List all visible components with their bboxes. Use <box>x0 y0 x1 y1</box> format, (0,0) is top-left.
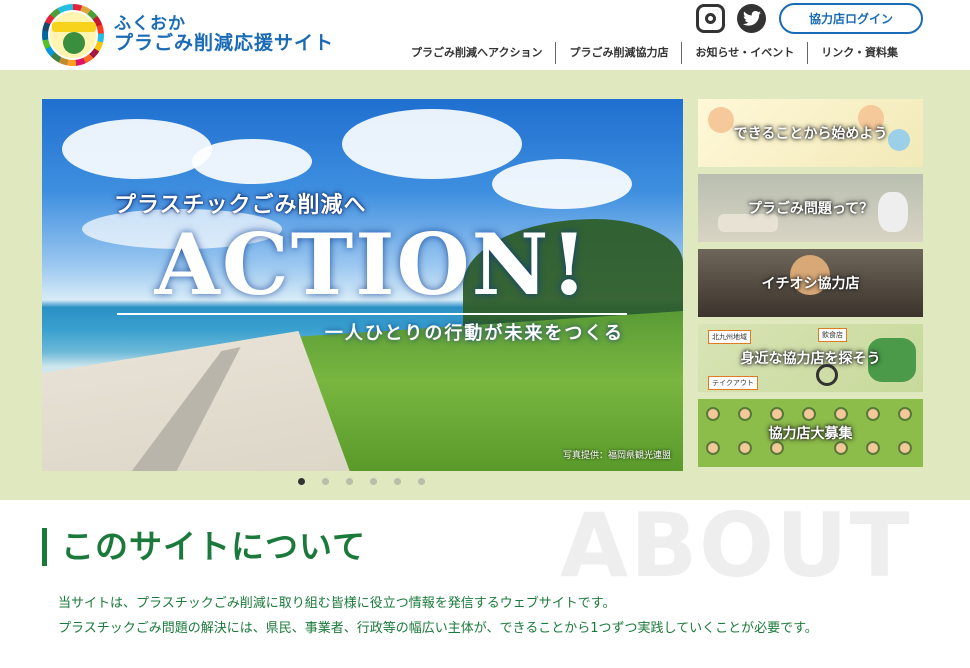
slider-dot[interactable] <box>394 478 401 485</box>
main-visual-slide[interactable]: プラスチックごみ削減へ ACTION! 一人ひとりの行動が未来をつくる 写真提供… <box>42 99 683 471</box>
social-links <box>696 4 766 33</box>
headline-bottom: 一人ひとりの行動が未来をつくる <box>324 323 624 344</box>
slider-dot[interactable] <box>346 478 353 485</box>
banner-label: イチオシ協力店 <box>761 276 860 292</box>
about-text: 当サイトは、プラスチックごみ削減に取り組む皆様に役立つ情報を発信するウェブサイト… <box>58 591 818 641</box>
instagram-icon[interactable] <box>696 4 725 33</box>
slider-dot[interactable] <box>370 478 377 485</box>
about-title: このサイトについて <box>42 528 366 566</box>
tag-shop: 飲食店 <box>818 328 847 342</box>
slider-dot[interactable] <box>298 478 305 485</box>
hero-section: プラスチックごみ削減へ ACTION! 一人ひとりの行動が未来をつくる 写真提供… <box>0 70 970 500</box>
site-logo-link[interactable]: ふくおか プラごみ削減応援サイト <box>42 4 334 66</box>
slider-dot[interactable] <box>418 478 425 485</box>
tag-takeout: テイクアウト <box>708 376 758 390</box>
side-banners: できることから始めよう プラごみ問題って？ イチオシ協力店 北九州地域 飲食店 … <box>698 99 923 474</box>
banner-label: 協力店大募集 <box>768 426 853 442</box>
site-name-line2: プラごみ削減応援サイト <box>114 31 335 54</box>
banner-start-action[interactable]: できることから始めよう <box>698 99 923 167</box>
about-bg-word: ABOUT <box>560 494 912 597</box>
about-text-line1: 当サイトは、プラスチックごみ削減に取り組む皆様に役立つ情報を発信するウェブサイト… <box>58 596 616 611</box>
slider-dot[interactable] <box>322 478 329 485</box>
banner-plastic-problem[interactable]: プラごみ問題って？ <box>698 174 923 242</box>
shop-login-button[interactable]: 協力店ログイン <box>779 3 923 34</box>
banner-label: プラごみ問題って？ <box>747 201 874 217</box>
tag-area: 北九州地域 <box>708 330 751 344</box>
site-header: ふくおか プラごみ削減応援サイト 協力店ログイン プラごみ削減へアクション プラ… <box>0 0 970 70</box>
about-section: ABOUT このサイトについて 当サイトは、プラスチックごみ削減に取り組む皆様に… <box>0 494 970 668</box>
main-visual-copy: プラスチックごみ削減へ ACTION! 一人ひとりの行動が未来をつくる <box>112 187 632 345</box>
slider-dots <box>298 478 425 485</box>
nav-item-links[interactable]: リンク・資料集 <box>807 42 911 64</box>
twitter-icon[interactable] <box>737 4 766 33</box>
banner-label: 身近な協力店を探そう <box>740 351 881 367</box>
global-nav: プラごみ削減へアクション プラごみ削減協力店 お知らせ・イベント リンク・資料集 <box>398 40 911 66</box>
site-name: ふくおか プラごみ削減応援サイト <box>114 15 335 54</box>
nav-item-action[interactable]: プラごみ削減へアクション <box>398 42 555 64</box>
nav-item-news[interactable]: お知らせ・イベント <box>681 42 807 64</box>
banner-recommended-shop[interactable]: イチオシ協力店 <box>698 249 923 317</box>
nav-item-shops[interactable]: プラごみ削減協力店 <box>555 42 681 64</box>
site-logo-icon <box>42 4 104 66</box>
about-text-line2: プラスチックごみ問題の解決には、県民、事業者、行政等の幅広い主体が、できることか… <box>58 621 818 636</box>
banner-shop-recruit[interactable]: 協力店大募集 <box>698 399 923 467</box>
photo-credit: 写真提供：福岡県観光連盟 <box>562 451 671 461</box>
banner-find-shop[interactable]: 北九州地域 飲食店 テイクアウト 身近な協力店を探そう <box>698 324 923 392</box>
banner-label: できることから始めよう <box>733 126 888 142</box>
headline-action: ACTION! <box>154 215 590 314</box>
